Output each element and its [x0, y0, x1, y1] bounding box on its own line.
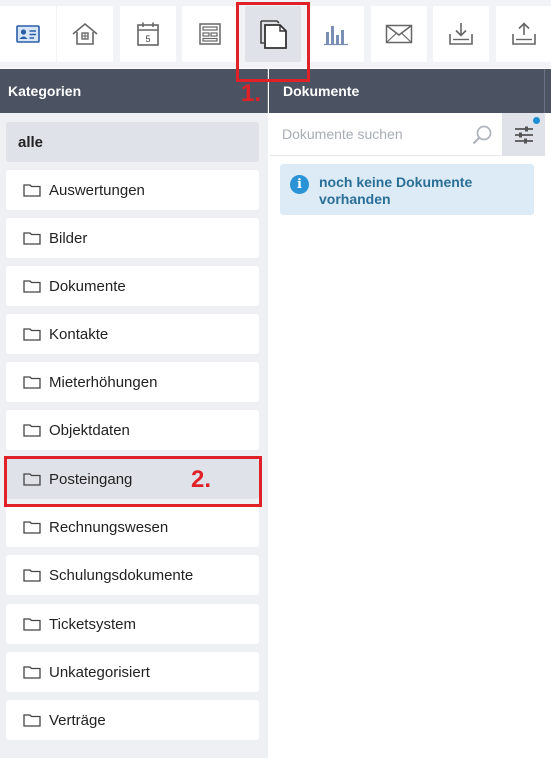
- header-divider: [544, 69, 545, 113]
- top-toolbar: 5: [0, 0, 551, 68]
- info-icon: i: [290, 175, 309, 194]
- folder-icon: [23, 374, 45, 390]
- category-label: Auswertungen: [49, 181, 145, 199]
- category-label: Objektdaten: [49, 421, 130, 439]
- mail-button[interactable]: [371, 6, 427, 62]
- folder-icon: [23, 182, 45, 198]
- upload-button[interactable]: [496, 6, 551, 62]
- calendar-icon: 5: [137, 22, 159, 46]
- category-item-mieterhoehungen[interactable]: Mieterhöhungen: [6, 362, 259, 402]
- folder-icon: [23, 519, 45, 535]
- annotation-marker-1: 1.: [241, 80, 262, 107]
- category-label: Dokumente: [49, 277, 126, 295]
- categories-header-title: Kategorien: [8, 83, 82, 99]
- documents-header-title: Dokumente: [283, 83, 360, 99]
- download-button[interactable]: [433, 6, 489, 62]
- tray-upload-icon: [512, 22, 536, 45]
- folder-icon: [23, 664, 45, 680]
- folder-icon: [23, 471, 45, 487]
- folder-icon: [23, 712, 45, 728]
- bar-chart-icon: [324, 26, 348, 46]
- folder-icon: [23, 230, 45, 246]
- empty-state-notice: i noch keine Dokumente vorhanden: [280, 164, 534, 215]
- category-item-vertraege[interactable]: Verträge: [6, 700, 259, 740]
- category-label: Unkategorisiert: [49, 663, 150, 681]
- tray-download-icon: [449, 23, 473, 45]
- category-item-kontakte[interactable]: Kontakte: [6, 314, 259, 354]
- folder-icon: [23, 278, 45, 294]
- category-label: Posteingang: [49, 470, 133, 488]
- folder-icon: [23, 326, 45, 342]
- contact-card-button[interactable]: [0, 6, 56, 62]
- category-item-auswertungen[interactable]: Auswertungen: [6, 170, 259, 210]
- envelope-icon: [385, 24, 413, 44]
- calendar-button[interactable]: 5: [120, 6, 176, 62]
- category-all[interactable]: alle: [6, 122, 259, 162]
- empty-state-line2: vorhanden: [319, 191, 391, 207]
- folder-icon: [23, 422, 45, 438]
- documents-icon: [260, 20, 287, 49]
- category-label: Verträge: [49, 711, 106, 729]
- category-item-posteingang[interactable]: Posteingang: [6, 459, 259, 499]
- document-search-bar: [270, 113, 501, 156]
- home-button[interactable]: [57, 6, 113, 62]
- documents-button[interactable]: [245, 6, 301, 62]
- annotation-marker-2: 2.: [191, 466, 212, 493]
- category-item-schulungsdokumente[interactable]: Schulungsdokumente: [6, 555, 259, 595]
- category-item-dokumente[interactable]: Dokumente: [6, 266, 259, 306]
- category-item-bilder[interactable]: Bilder: [6, 218, 259, 258]
- category-label: Bilder: [49, 229, 88, 247]
- statistics-button[interactable]: [308, 6, 364, 62]
- calendar-day-number: 5: [145, 34, 150, 44]
- category-item-objektdaten[interactable]: Objektdaten: [6, 410, 259, 450]
- category-label: Mieterhöhungen: [49, 373, 158, 391]
- document-search-input[interactable]: [282, 126, 462, 142]
- categories-panel: alle Auswertungen Bilder Dokumente Konta…: [0, 113, 268, 758]
- documents-header: Dokumente: [269, 69, 551, 113]
- dashboard-layout-icon: [199, 23, 221, 45]
- category-label: Kontakte: [49, 325, 109, 343]
- categories-header: Kategorien: [0, 69, 268, 113]
- category-label: Ticketsystem: [49, 615, 136, 633]
- folder-icon: [23, 567, 45, 583]
- sliders-icon: [514, 126, 533, 143]
- category-item-rechnungswesen[interactable]: Rechnungswesen: [6, 507, 259, 547]
- category-item-unkategorisiert[interactable]: Unkategorisiert: [6, 652, 259, 692]
- search-icon[interactable]: [471, 124, 493, 151]
- category-label: Schulungsdokumente: [49, 566, 194, 584]
- house-icon: [72, 22, 98, 45]
- category-label: Rechnungswesen: [49, 518, 169, 536]
- documents-panel: i noch keine Dokumente vorhanden: [269, 113, 551, 758]
- layout-button[interactable]: [182, 6, 238, 62]
- empty-state-message: noch keine Dokumente vorhanden: [319, 174, 472, 208]
- category-all-label: alle: [18, 133, 44, 151]
- filter-button[interactable]: [502, 113, 545, 156]
- filter-active-dot: [533, 117, 540, 124]
- folder-icon: [23, 616, 45, 632]
- category-item-ticketsystem[interactable]: Ticketsystem: [6, 604, 259, 644]
- empty-state-line1: noch keine Dokumente: [319, 174, 473, 190]
- id-card-icon: [16, 25, 40, 43]
